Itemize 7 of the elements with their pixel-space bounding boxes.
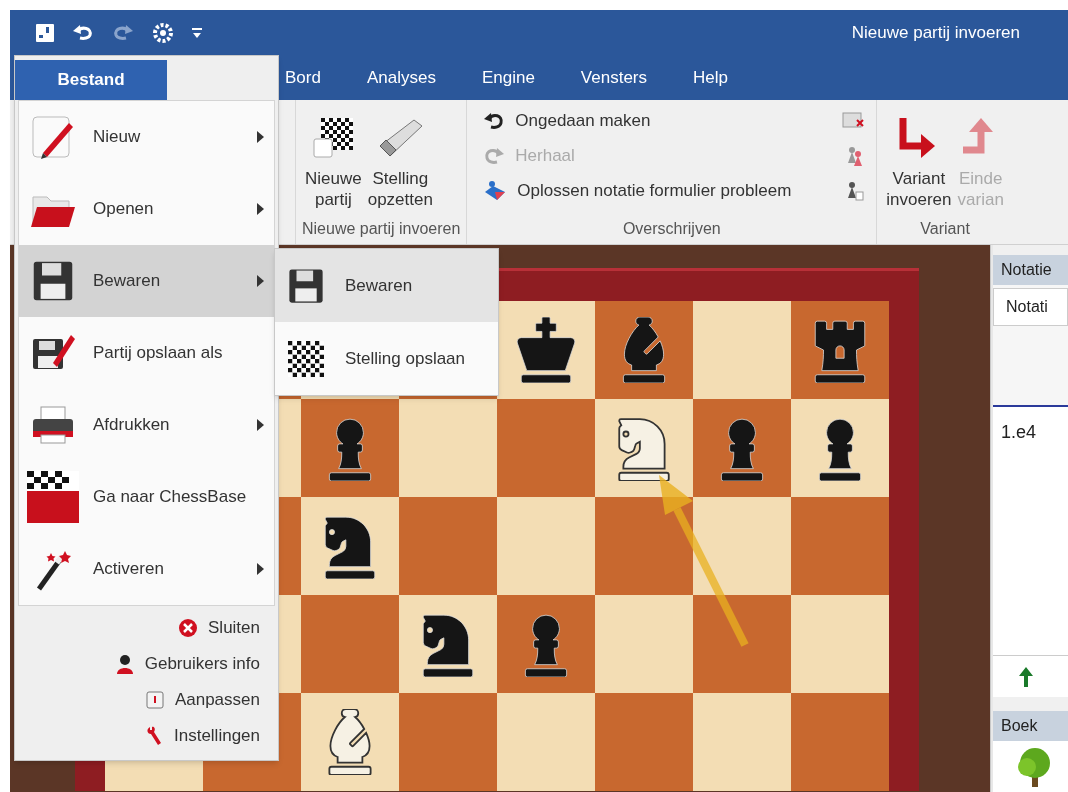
window-title: Nieuwe partij invoeren [851,21,1020,44]
ribbon-group-title: Variant [919,219,971,239]
panel-header: Boek [993,711,1068,741]
ribbon-group-title: Overschrijven [621,219,722,239]
ribbon-group-title: Nieuwe partij invoeren [302,219,461,239]
notation-text: 1.e4 [1001,422,1037,442]
panel-header: Notatie [993,255,1068,285]
